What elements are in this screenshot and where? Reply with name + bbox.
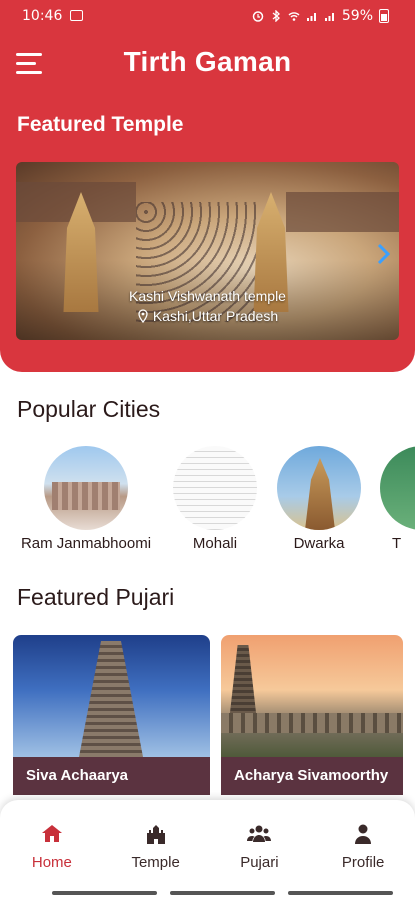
pujari-card[interactable]: Acharya Sivamoorthy xyxy=(221,635,403,795)
city-image xyxy=(277,446,361,530)
alarm-icon xyxy=(252,11,264,22)
city-name: Ram Janmabhoomi xyxy=(20,535,152,552)
status-bar: 10:46 59% xyxy=(0,0,415,32)
popular-cities-heading: Popular Cities xyxy=(17,396,161,422)
home-icon xyxy=(41,825,62,842)
nav-temple-label: Temple xyxy=(131,854,180,871)
nav-home-label: Home xyxy=(31,854,72,871)
battery-icon xyxy=(379,9,389,23)
nav-home[interactable]: Home xyxy=(0,800,104,888)
city-item[interactable]: Mohali xyxy=(172,446,258,552)
temple-icon xyxy=(146,825,165,844)
status-right: 59% xyxy=(252,8,389,24)
nav-pujari-label: Pujari xyxy=(240,854,279,871)
city-name: Mohali xyxy=(192,535,238,552)
featured-pujari-heading: Featured Pujari xyxy=(17,584,175,610)
featured-temple-heading: Featured Temple xyxy=(17,113,184,136)
pujari-image xyxy=(13,635,210,757)
app-title: Tirth Gaman xyxy=(123,46,292,77)
city-item[interactable]: Ram Janmabhoomi xyxy=(16,446,156,552)
pujari-image xyxy=(221,635,403,757)
system-gesture-bar xyxy=(0,888,415,900)
location-pin-icon xyxy=(138,309,148,323)
featured-temple-location: Kashi,Uttar Pradesh xyxy=(16,308,399,324)
city-image xyxy=(380,446,415,530)
wifi-icon xyxy=(288,12,300,21)
person-icon xyxy=(355,824,372,844)
pujari-name: Acharya Sivamoorthy xyxy=(234,767,389,784)
nav-profile[interactable]: Profile xyxy=(311,800,415,888)
image-notification-icon xyxy=(70,10,83,21)
city-item[interactable]: T xyxy=(380,446,415,552)
temple-image-detail-2 xyxy=(286,192,399,232)
nav-pujari[interactable]: Pujari xyxy=(208,800,312,888)
gesture-pill xyxy=(288,891,393,895)
city-item[interactable]: Dwarka xyxy=(276,446,362,552)
gesture-pill xyxy=(170,891,275,895)
city-image xyxy=(44,446,128,530)
crowd-image-detail xyxy=(136,202,256,322)
pujari-name: Siva Achaarya xyxy=(26,767,129,784)
city-name: T xyxy=(392,535,402,552)
group-icon xyxy=(247,825,272,842)
chevron-right-icon[interactable] xyxy=(375,242,391,266)
nav-temple[interactable]: Temple xyxy=(104,800,208,888)
bluetooth-icon xyxy=(272,10,280,22)
signal-icon-2 xyxy=(324,13,334,21)
nav-profile-label: Profile xyxy=(341,854,385,871)
signal-icon xyxy=(306,13,316,21)
featured-temple-card[interactable]: Kashi Vishwanath temple Kashi,Uttar Prad… xyxy=(16,162,399,340)
featured-temple-location-text: Kashi,Uttar Pradesh xyxy=(152,308,279,324)
bottom-navigation: Home Temple Pujari Profile xyxy=(0,800,415,888)
status-time: 10:46 xyxy=(22,8,63,24)
city-image xyxy=(173,446,257,530)
gesture-pill xyxy=(52,891,157,895)
battery-percent: 59% xyxy=(341,8,373,24)
featured-temple-name: Kashi Vishwanath temple xyxy=(129,288,286,304)
city-name: Dwarka xyxy=(293,535,345,552)
pujari-card[interactable]: Siva Achaarya xyxy=(13,635,210,795)
